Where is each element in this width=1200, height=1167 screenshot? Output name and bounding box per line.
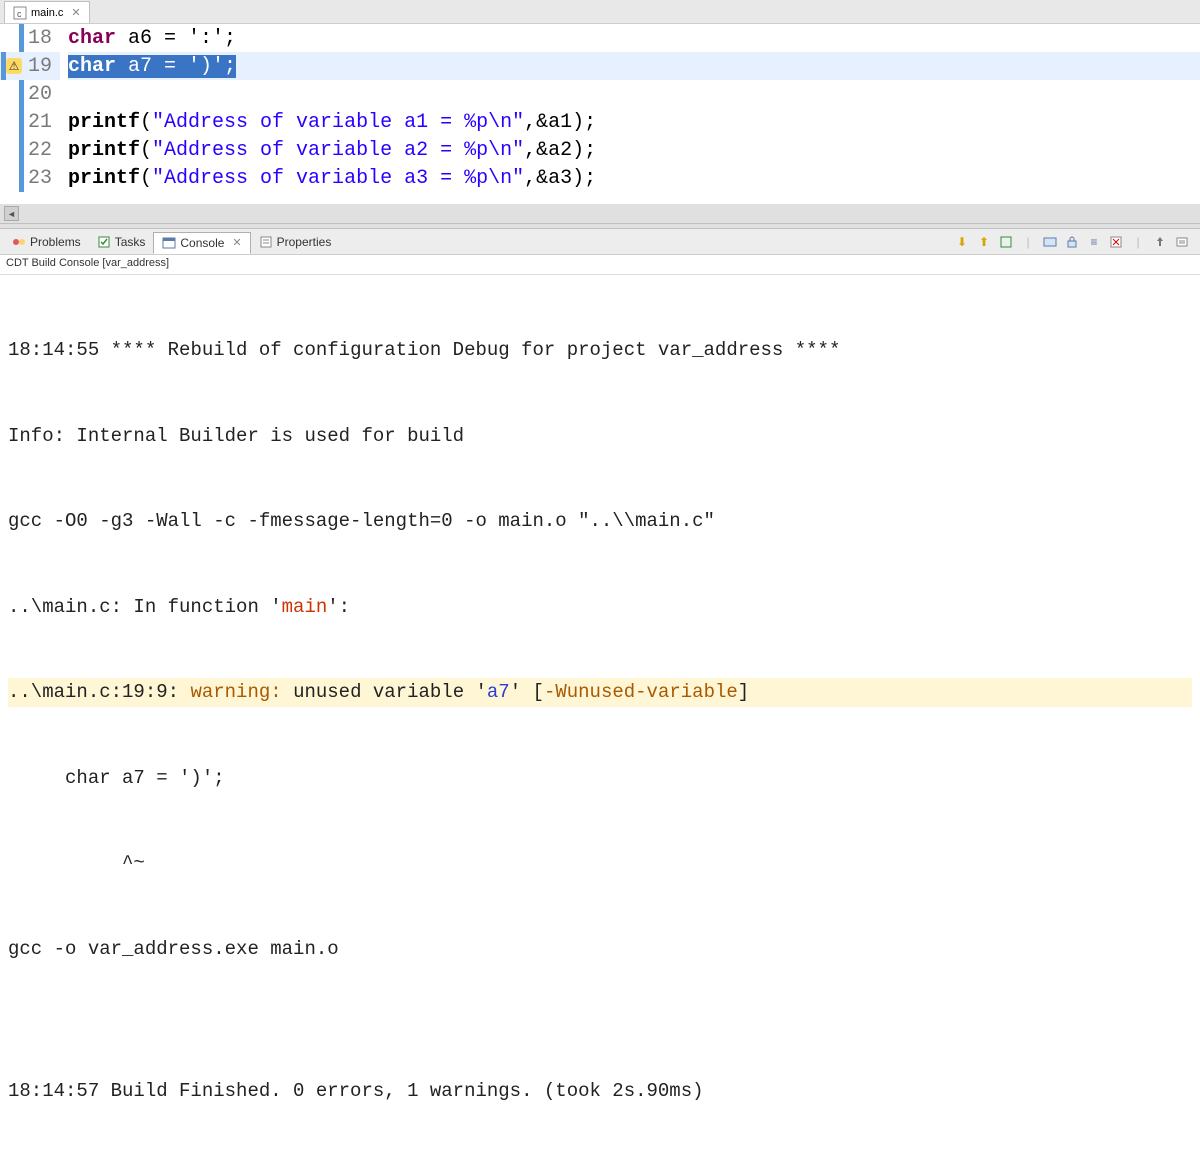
console-toolbar: ⬇ ⬆ | ≡ | xyxy=(954,234,1196,250)
bottom-tab-bar: Problems Tasks Console ✕ Properties ⬇ ⬆ … xyxy=(0,229,1200,255)
code-line: char a7 = ')'; xyxy=(68,52,1200,80)
close-icon[interactable]: ✕ xyxy=(232,236,241,249)
menu-icon[interactable] xyxy=(1174,234,1190,250)
scroll-left-arrow[interactable]: ◄ xyxy=(4,206,19,221)
wrap-icon[interactable]: ≡ xyxy=(1086,234,1102,250)
console-warning-line: ..\main.c:19:9: warning: unused variable… xyxy=(8,678,1192,707)
warning-icon[interactable]: ⚠ xyxy=(6,58,22,74)
display-icon[interactable] xyxy=(1042,234,1058,250)
lock-icon[interactable] xyxy=(1064,234,1080,250)
up-arrow-icon[interactable]: ⬆ xyxy=(976,234,992,250)
code-lines[interactable]: char a6 = ':'; char a7 = ')'; printf("Ad… xyxy=(60,24,1200,204)
tab-label: Problems xyxy=(30,235,81,249)
down-arrow-icon[interactable]: ⬇ xyxy=(954,234,970,250)
console-line: char a7 = ')'; xyxy=(8,764,1192,793)
problems-icon xyxy=(12,235,26,249)
editor-tab-label: main.c xyxy=(31,7,63,19)
tab-label: Console xyxy=(180,236,224,250)
editor-tab-main-c[interactable]: c main.c ✕ xyxy=(4,1,90,23)
tab-label: Tasks xyxy=(115,235,146,249)
console-line: gcc -O0 -g3 -Wall -c -fmessage-length=0 … xyxy=(8,507,1192,536)
close-icon[interactable]: ✕ xyxy=(71,6,80,19)
console-line: gcc -o var_address.exe main.o xyxy=(8,935,1192,964)
toolbar-divider: | xyxy=(1130,234,1146,250)
pin-icon[interactable] xyxy=(1152,234,1168,250)
line-number: 22 xyxy=(24,139,60,162)
c-file-icon: c xyxy=(13,6,27,20)
console-line: 18:14:57 Build Finished. 0 errors, 1 war… xyxy=(8,1077,1192,1106)
tab-label: Properties xyxy=(277,235,332,249)
console-line: ..\main.c: In function 'main': xyxy=(8,593,1192,622)
code-line: printf("Address of variable a2 = %p\n",&… xyxy=(68,136,1200,164)
console-line: 18:14:55 **** Rebuild of configuration D… xyxy=(8,336,1192,365)
tab-problems[interactable]: Problems xyxy=(4,232,89,252)
code-line xyxy=(68,80,1200,108)
horizontal-scrollbar[interactable]: ◄ xyxy=(0,204,1200,223)
console-output[interactable]: 18:14:55 **** Rebuild of configuration D… xyxy=(0,275,1200,1167)
console-description: CDT Build Console [var_address] xyxy=(0,255,1200,275)
bottom-panel: Problems Tasks Console ✕ Properties ⬇ ⬆ … xyxy=(0,229,1200,1167)
console-icon xyxy=(162,236,176,250)
line-number: 19 xyxy=(24,55,60,78)
code-editor: c main.c ✕ 18 ⚠19 20 21 22 23 char a6 = … xyxy=(0,0,1200,223)
code-line: printf("Address of variable a1 = %p\n",&… xyxy=(68,108,1200,136)
clear-icon[interactable] xyxy=(1108,234,1124,250)
selection: char a7 = ')'; xyxy=(68,55,236,78)
svg-text:c: c xyxy=(17,9,22,19)
code-line: char a6 = ':'; xyxy=(68,24,1200,52)
line-number: 18 xyxy=(24,27,60,50)
line-gutter: 18 ⚠19 20 21 22 23 xyxy=(0,24,60,204)
code-line: printf("Address of variable a3 = %p\n",&… xyxy=(68,164,1200,192)
tab-properties[interactable]: Properties xyxy=(251,232,340,252)
editor-tab-bar: c main.c ✕ xyxy=(0,0,1200,24)
tab-console[interactable]: Console ✕ xyxy=(153,232,250,254)
properties-icon xyxy=(259,235,273,249)
tab-tasks[interactable]: Tasks xyxy=(89,232,154,252)
code-area[interactable]: 18 ⚠19 20 21 22 23 char a6 = ':'; char a… xyxy=(0,24,1200,204)
line-number: 20 xyxy=(24,83,60,106)
line-number: 21 xyxy=(24,111,60,134)
console-line: Info: Internal Builder is used for build xyxy=(8,422,1192,451)
refresh-icon[interactable] xyxy=(998,234,1014,250)
toolbar-divider: | xyxy=(1020,234,1036,250)
tasks-icon xyxy=(97,235,111,249)
line-number: 23 xyxy=(24,167,60,190)
console-line: ^~ xyxy=(8,849,1192,878)
